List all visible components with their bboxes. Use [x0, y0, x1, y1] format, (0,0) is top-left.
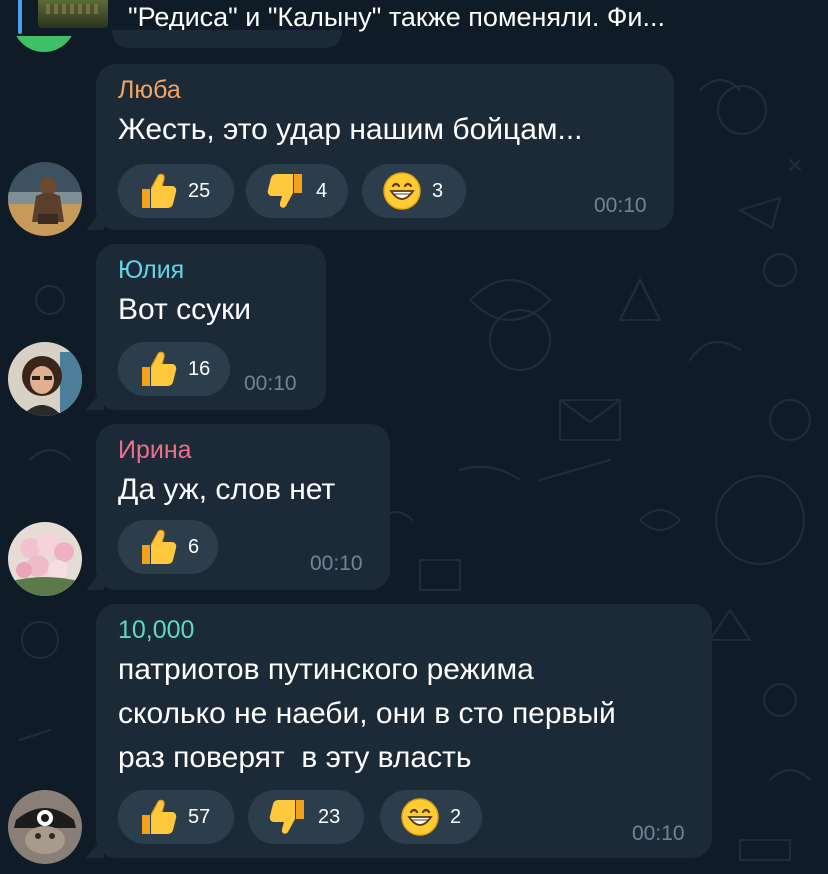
reaction-thumbs-down[interactable]: 23 — [248, 790, 364, 844]
grinning-face-icon — [400, 797, 440, 837]
reaction-count: 25 — [188, 179, 211, 202]
message-text-line: раз поверят в эту власть — [118, 741, 472, 774]
message-bubble[interactable]: Люба Жесть, это удар нашим бойцам... 25 … — [96, 64, 674, 230]
reply-preview-text: "Редиса" и "Калыну" также поменяли. Фи..… — [128, 2, 666, 32]
avatar[interactable] — [8, 162, 82, 236]
previous-message-bubble — [112, 30, 342, 48]
sender-name[interactable]: Юлия — [118, 256, 184, 285]
avatar[interactable] — [8, 342, 82, 416]
reaction-thumbs-up[interactable]: 16 — [118, 342, 230, 396]
reaction-count: 23 — [318, 805, 341, 828]
avatar[interactable] — [8, 522, 82, 596]
thumbs-down-icon — [268, 797, 308, 837]
reaction-grinning-face[interactable]: 2 — [380, 790, 482, 844]
reaction-count: 16 — [188, 357, 211, 380]
grinning-face-icon — [382, 171, 422, 211]
reaction-count: 4 — [316, 179, 328, 202]
reaction-count: 2 — [450, 805, 462, 828]
message-bubble[interactable]: 10,000 патриотов путинского режима сколь… — [96, 604, 712, 858]
message-bubble[interactable]: Юлия Вот ссуки 16 00:10 — [96, 244, 326, 410]
avatar[interactable] — [8, 790, 82, 864]
thumbs-up-icon — [138, 797, 178, 837]
sender-name[interactable]: Люба — [118, 76, 181, 105]
message-text-line: патриотов путинского режима — [118, 653, 534, 686]
reaction-thumbs-up[interactable]: 25 — [118, 164, 234, 218]
reply-accent-bar — [18, 0, 22, 34]
message-time: 00:10 — [632, 822, 685, 845]
message-text: Да уж, слов нет — [118, 473, 336, 506]
message-time: 00:10 — [244, 372, 297, 395]
message-text-line: сколько не наеби, они в сто первый — [118, 697, 616, 730]
sender-name[interactable]: Ирина — [118, 436, 192, 465]
reaction-grinning-face[interactable]: 3 — [362, 164, 466, 218]
reaction-thumbs-down[interactable]: 4 — [246, 164, 348, 218]
reaction-count: 57 — [188, 805, 211, 828]
reply-thumbnail — [38, 0, 108, 28]
reaction-thumbs-up[interactable]: 6 — [118, 520, 218, 574]
message-time: 00:10 — [594, 194, 647, 217]
thumbs-up-icon — [138, 527, 178, 567]
thumbs-down-icon — [266, 171, 306, 211]
sender-name[interactable]: 10,000 — [118, 616, 194, 645]
thumbs-up-icon — [138, 171, 178, 211]
reaction-thumbs-up[interactable]: 57 — [118, 790, 234, 844]
thumbs-up-icon — [138, 349, 178, 389]
reaction-count: 6 — [188, 535, 200, 558]
message-text: Вот ссуки — [118, 293, 251, 326]
message-bubble[interactable]: Ирина Да уж, слов нет 6 00:10 — [96, 424, 390, 590]
message-text: Жесть, это удар нашим бойцам... — [118, 113, 583, 146]
reaction-count: 3 — [432, 179, 444, 202]
message-time: 00:10 — [310, 552, 363, 575]
